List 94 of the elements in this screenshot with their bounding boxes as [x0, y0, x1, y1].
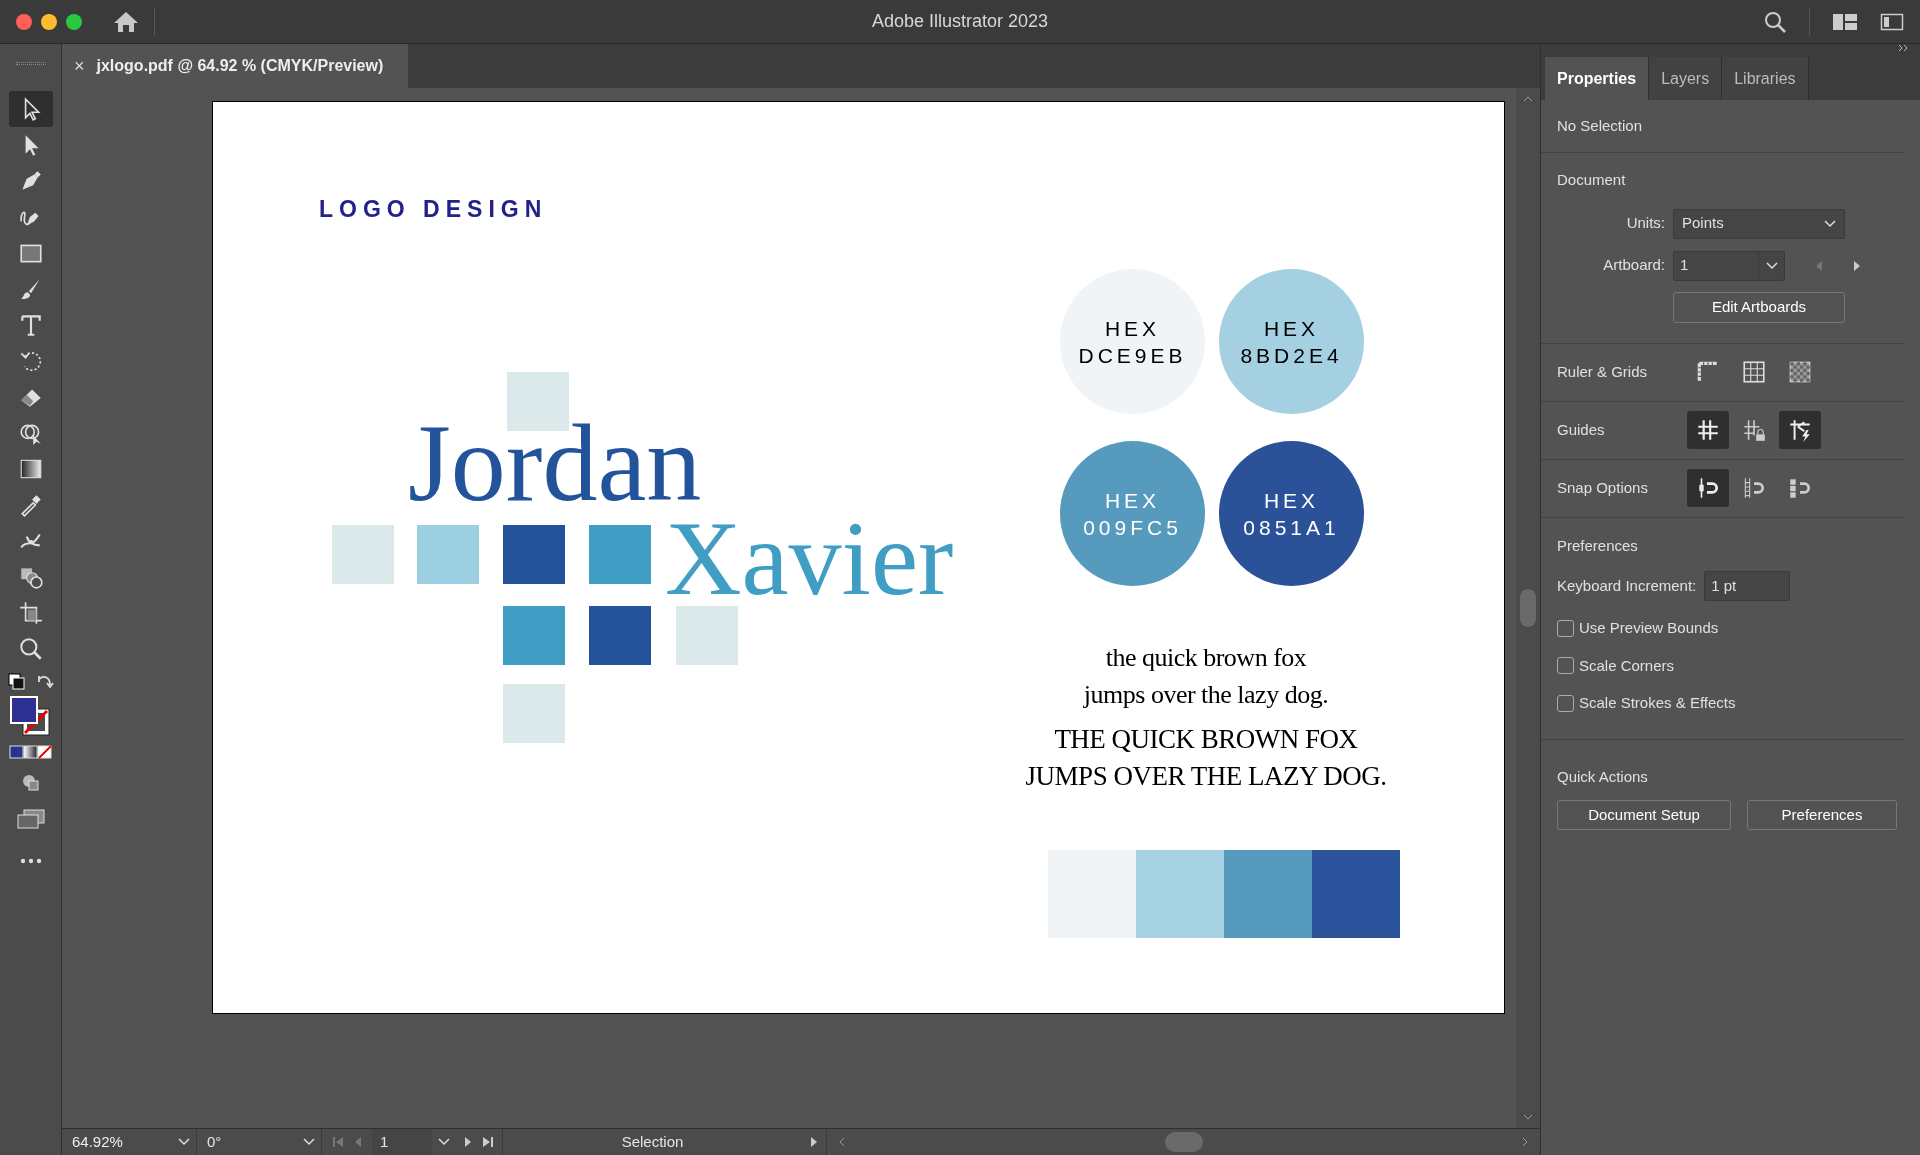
zoom-dropdown-caret-icon[interactable] [178, 1138, 190, 1146]
current-tool-label: Selection [502, 1129, 802, 1155]
section-label: Snap Options [1557, 477, 1649, 498]
close-tab-button[interactable]: × [74, 52, 85, 80]
document-title: jxlogo.pdf @ 64.92 % (CMYK/Preview) [96, 56, 384, 76]
scroll-thumb[interactable] [1520, 589, 1536, 627]
guides-icon[interactable] [1695, 417, 1721, 443]
field-label: Artboard: [1602, 255, 1665, 276]
swatch-label: HEX [1104, 487, 1161, 514]
logo-square [503, 525, 565, 584]
horizontal-scroll-thumb[interactable] [1164, 1132, 1203, 1152]
quick-action-button[interactable]: Preferences [1747, 800, 1897, 830]
search-icon[interactable] [1763, 9, 1787, 34]
default-colors-icon[interactable] [7, 673, 26, 691]
workspace-layout-icon[interactable] [1832, 11, 1858, 32]
screen-mode-icon[interactable] [15, 807, 46, 831]
artboard-dropdown[interactable]: 1 [1673, 250, 1785, 281]
fill-stroke-swatch-icon[interactable] [8, 695, 53, 739]
guides-lock-icon[interactable] [1741, 417, 1767, 443]
swatch-label: HEX [1263, 487, 1320, 514]
tool-button[interactable] [8, 91, 53, 127]
sample-text-line: THE QUICK BROWN FOX [1054, 723, 1358, 756]
field-label: Units: [1625, 213, 1665, 234]
artboard-icon[interactable] [17, 600, 44, 626]
selection-status-label: No Selection [1557, 115, 1644, 136]
logo-square [503, 684, 565, 743]
swatch-label: HEX [1104, 315, 1161, 342]
logo-square [589, 525, 651, 584]
hex-code: 009FC5 [1083, 514, 1182, 541]
artboard-caret-icon[interactable] [1765, 261, 1778, 270]
grid-icon[interactable] [1741, 359, 1767, 385]
scroll-right-icon[interactable] [1522, 1137, 1528, 1147]
minimize-window-button[interactable] [41, 13, 57, 30]
field-label: Keyboard Increment: [1557, 575, 1697, 596]
swap-colors-icon[interactable] [35, 673, 54, 691]
smart-guides-icon[interactable] [1787, 417, 1813, 443]
section-label: Ruler & Grids [1557, 361, 1649, 382]
document-tab[interactable]: × jxlogo.pdf @ 64.92 % (CMYK/Preview) [62, 44, 408, 88]
logo-square [589, 606, 651, 665]
scroll-up-icon[interactable] [1523, 96, 1533, 102]
artboard-number-field[interactable]: 1 [372, 1129, 432, 1155]
toggle-button[interactable] [1779, 411, 1821, 449]
artboard-dropdown-caret-icon[interactable] [438, 1138, 450, 1146]
panel-tab[interactable]: Layers [1649, 57, 1723, 100]
units-caret-icon[interactable] [1824, 219, 1836, 228]
window-title: Adobe Illustrator 2023 [871, 10, 1049, 33]
section-label: Guides [1557, 419, 1606, 440]
more-tools-icon[interactable] [18, 857, 43, 865]
keyboard-increment-field[interactable]: 1 pt [1704, 571, 1791, 601]
panel-tab[interactable]: Libraries [1722, 57, 1809, 100]
logo-design-heading: LOGO DESIGN [319, 195, 548, 224]
checkbox-label: Scale Corners [1579, 655, 1675, 676]
scroll-down-icon[interactable] [1523, 1114, 1533, 1120]
zoom-window-button[interactable] [66, 13, 82, 30]
color-mode-icon[interactable] [8, 745, 53, 759]
panel-tab[interactable]: Properties [1545, 57, 1650, 100]
section-heading: Document [1557, 170, 1627, 190]
section-heading: Quick Actions [1557, 766, 1649, 787]
checkbox-label: Scale Strokes & Effects [1579, 693, 1736, 713]
hex-code: DCE9EB [1078, 342, 1187, 369]
status-menu-arrow-icon[interactable] [810, 1136, 818, 1148]
checkbox[interactable] [1557, 619, 1574, 637]
sample-text-line: JUMPS OVER THE LAZY DOG. [1025, 760, 1387, 793]
edit-artboards-button[interactable]: Edit Artboards [1673, 291, 1845, 323]
sample-text-line: the quick brown fox [1105, 642, 1307, 674]
panel-toggle-icon[interactable] [1880, 11, 1904, 32]
last-artboard-icon[interactable] [482, 1136, 494, 1148]
section-heading: Preferences [1557, 535, 1639, 556]
zoom-icon[interactable] [17, 636, 44, 662]
next-artboard-icon[interactable] [1853, 259, 1861, 272]
rotation-field[interactable]: 0° [197, 1129, 297, 1155]
home-icon[interactable] [112, 9, 140, 34]
logo-square [332, 525, 394, 584]
swatch-label: HEX [1263, 315, 1320, 342]
checkbox[interactable] [1557, 694, 1574, 712]
toggle-button[interactable] [1687, 469, 1729, 507]
logo-square [676, 606, 738, 665]
next-artboard-icon[interactable] [464, 1136, 472, 1148]
rotation-dropdown-caret-icon[interactable] [303, 1138, 315, 1146]
logo-square [417, 525, 479, 584]
checkbox-label: Use Preview Bounds [1579, 618, 1719, 638]
zoom-level-field[interactable]: 64.92% [62, 1129, 172, 1155]
units-dropdown[interactable]: Points [1673, 208, 1845, 239]
toggle-button[interactable] [1687, 411, 1729, 449]
collapse-panel-icon[interactable] [1898, 44, 1910, 52]
scroll-left-icon[interactable] [839, 1137, 845, 1147]
logo-square [503, 606, 565, 665]
hex-code: 0851A1 [1243, 514, 1340, 541]
quick-action-button[interactable]: Document Setup [1557, 800, 1731, 830]
hex-code: 8BD2E4 [1240, 342, 1343, 369]
checkbox[interactable] [1557, 657, 1574, 675]
transparency-grid-icon[interactable] [1787, 359, 1813, 385]
sample-text-line: jumps over the lazy dog. [1083, 679, 1329, 711]
close-window-button[interactable] [16, 13, 32, 30]
